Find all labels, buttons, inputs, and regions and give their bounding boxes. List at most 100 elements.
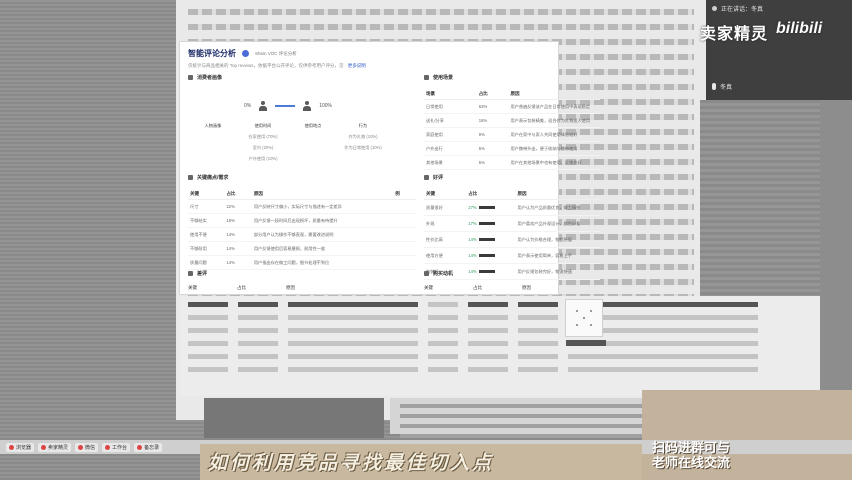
panel-title: 关键痛点/需求	[197, 175, 229, 181]
pain-points-panel: 关键痛点/需求 关键 占比 原因 例 尺寸 22% 用户反映尺寸偏小，实际尺寸与描述…	[188, 174, 416, 270]
subtitle-text: 仅统计与商品相关的 Top reviews，依据平台公开评论，仅供参考用户评分，…	[188, 63, 344, 68]
cell: 用户在其他场景中也有使用，反馈良好	[508, 155, 600, 170]
cell: 用户表示包装精美，适合作为礼物送人使用	[508, 113, 600, 128]
cart-icon	[424, 271, 429, 276]
taskbar-item[interactable]: 卖家精灵	[38, 442, 72, 452]
percentage-bar	[478, 254, 495, 258]
cell: 外观	[424, 215, 467, 232]
cell: 其他场景	[424, 155, 477, 170]
cell: 使用方便	[424, 247, 467, 264]
app-icon	[9, 444, 14, 450]
cell: 尺寸	[188, 199, 225, 214]
taskbar-item[interactable]: 工作台	[102, 442, 131, 452]
cell: 不够结实	[188, 213, 225, 228]
ratio-bar-fill	[275, 105, 296, 107]
more-info-link[interactable]: 更多说明	[348, 63, 366, 68]
table-row[interactable]: 尺寸 22% 用户反映尺寸偏小，实际尺寸与描述有一定差异	[188, 199, 416, 214]
background-scroll-area	[820, 100, 852, 420]
table-row[interactable]: 不够结实 16% 用户反馈一段时间后出现损坏，质量有待提升	[188, 213, 416, 228]
column-value: 户外使用 (10%)	[248, 156, 278, 161]
percentage: 14%	[468, 253, 477, 258]
taskbar-item[interactable]: 微信	[75, 442, 99, 452]
column-header: 原因	[515, 189, 600, 200]
consumer-profile-panel: 消费者画像 0% 100% 人物画像 使用时间 使用地点 行为 在家使用 (70…	[188, 74, 388, 164]
cell: 用户认为价格合理，物超所值	[515, 231, 600, 248]
negative-review-panel: 差评 关键 占比 原因	[188, 270, 416, 291]
table-row[interactable]: 质量很好 27% 用户认为产品质量优良，做工精细	[424, 199, 600, 216]
percentage-bar	[478, 206, 495, 210]
cell: 16%	[476, 113, 509, 128]
column-header: 关键	[424, 285, 433, 290]
table-row[interactable]: 日常使用 63% 用户普遍反馈该产品在日常使用中表现稳定	[424, 99, 600, 114]
table-row[interactable]: 户外出行 5% 用户携带外出，便于收纳与携带使用	[424, 141, 600, 156]
percentage-bar	[478, 238, 495, 242]
table-row[interactable]: 质量问题 14% 用户指出存在做工问题，细节处理不到位	[188, 255, 416, 270]
taskbar-item[interactable]: 备忘录	[134, 442, 163, 452]
background-image-thumb	[204, 398, 384, 438]
column-header: 原因	[508, 89, 600, 100]
table-row[interactable]: 使用不便 14% 部分用户认为操作不够直观，需要改进说明	[188, 227, 416, 242]
column-header: 关键	[424, 189, 467, 200]
speaker-name: 冬真	[720, 85, 733, 91]
panel-header: 购买动机	[424, 270, 600, 277]
table-header-row: 关键 占比 原因 例	[188, 189, 416, 200]
percentage: 14%	[468, 237, 477, 242]
taskbar-label: 工作台	[112, 444, 128, 451]
cell: 部分用户认为操作不够直观，需要改进说明	[251, 227, 394, 242]
cell: 5%	[476, 141, 509, 156]
widget-caption	[566, 340, 606, 346]
card-header: 智能评论分析 Shein VOC 评论分析	[188, 48, 550, 59]
column-head: 使用地点	[304, 123, 322, 128]
seller-watermark: 卖家精灵	[700, 26, 769, 43]
pain-points-table: 关键 占比 原因 例 尺寸 22% 用户反映尺寸偏小，实际尺寸与描述有一定差异 不够…	[188, 189, 416, 270]
percentage: 17%	[468, 221, 477, 226]
table-row[interactable]: 使用方便 14% 用户表示使用简单，容易上手	[424, 247, 600, 264]
cell: 63%	[476, 99, 509, 114]
table-header-row: 关键 占比 原因	[188, 285, 416, 291]
usage-scenario-panel: 使用场景 场景 占比 原因 日常使用 63% 用户普遍反馈该产品在日常使用中表现稳定…	[424, 74, 600, 170]
column-header: 占比	[473, 285, 482, 290]
column-head: 人物画像	[204, 123, 222, 128]
table-row[interactable]: 家庭使用 6% 用户在家中与家人共同使用体验较好	[424, 127, 600, 142]
column-value: 在家使用 (70%)	[248, 134, 278, 139]
column-head: 行为	[358, 123, 368, 128]
table-header-row: 关键 占比 原因	[424, 285, 600, 291]
taskbar-item[interactable]: 浏览器	[6, 442, 35, 452]
cell: 用户在家中与家人共同使用体验较好	[508, 127, 600, 142]
panel-title: 购买动机	[433, 271, 454, 277]
table-row[interactable]: 送礼/分享 16% 用户表示包装精美，适合作为礼物送人使用	[424, 113, 600, 128]
table-row[interactable]: 外观 17% 用户喜欢产品外观设计，颜色好看	[424, 215, 600, 232]
speaking-indicator: 正在讲话：冬真	[706, 0, 852, 17]
cell	[393, 199, 416, 214]
speaker-dot-icon	[712, 6, 717, 11]
ratio-bar	[275, 105, 296, 107]
cell: 用户携带外出，便于收纳与携带使用	[508, 141, 600, 156]
cell: 性价比高	[424, 231, 467, 248]
table-row[interactable]: 其他场景 5% 用户在其他场景中也有使用，反馈良好	[424, 155, 600, 170]
floating-widget[interactable]	[566, 300, 602, 336]
cell: 14%	[224, 241, 252, 256]
cell: 质量问题	[188, 255, 225, 270]
table-row[interactable]: 不够耐用 14% 用户反馈使用后容易磨损，耐用性一般	[188, 241, 416, 256]
female-icon	[259, 101, 268, 111]
taskbar-label: 备忘录	[144, 444, 160, 451]
table-row[interactable]: 性价比高 14% 用户认为价格合理，物超所值	[424, 231, 600, 248]
cell: 14%	[466, 231, 516, 248]
video-caption: 如何利用竞品寻找最佳切入点	[208, 453, 495, 474]
column-value: 作为礼物 (10%)	[348, 134, 378, 139]
cell: 用户反馈使用后容易磨损，耐用性一般	[251, 241, 394, 256]
cell	[393, 255, 416, 270]
column-header: 占比	[237, 285, 246, 290]
promo-line: 扫码进群可与	[652, 440, 731, 455]
cell: 户外出行	[424, 141, 477, 156]
cell: 用户认为产品质量优良，做工精细	[515, 199, 600, 216]
microphone-icon	[712, 83, 716, 90]
cell	[393, 227, 416, 242]
column-header: 原因	[286, 285, 295, 290]
cell: 14%	[224, 255, 252, 270]
review-analysis-card: 智能评论分析 Shein VOC 评论分析 仅统计与商品相关的 Top revi…	[180, 42, 600, 294]
app-icon	[78, 444, 84, 450]
panel-title: 消费者画像	[197, 75, 223, 81]
cell: 16%	[224, 213, 252, 228]
thumbs-up-icon	[424, 175, 429, 180]
